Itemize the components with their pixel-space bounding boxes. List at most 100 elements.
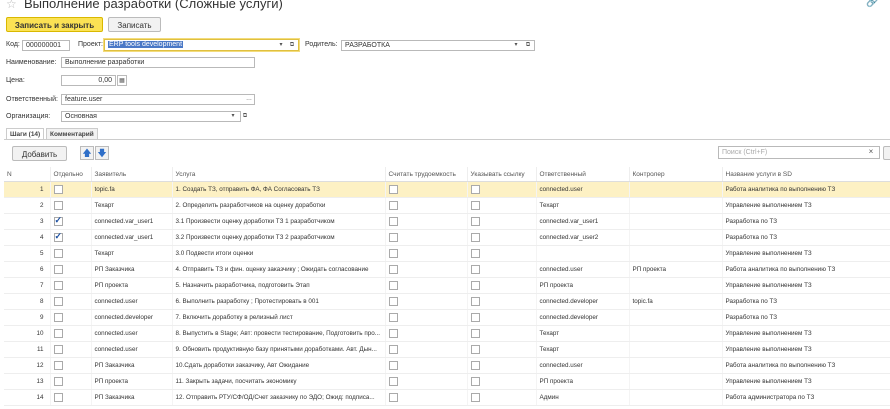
cell-labor[interactable] [385, 325, 468, 342]
link-icon[interactable]: 🔗 [866, 0, 878, 8]
cell-service[interactable]: 4. Отправить ТЗ и фин. оценку заказчику … [172, 261, 386, 278]
project-open-icon[interactable]: ⧉ [287, 40, 297, 51]
checkbox[interactable] [53, 215, 63, 226]
parent-field[interactable]: РАЗРАБОТКА [341, 40, 535, 51]
cell-responsible[interactable]: connected.var_user1 [536, 213, 630, 230]
cell-applicant[interactable]: connected.user [91, 325, 173, 342]
cell-labor[interactable] [385, 261, 468, 278]
cell-separate[interactable] [50, 293, 92, 310]
table-row[interactable]: 12 РП Заказчика 10.Сдать доработки заказчи… [4, 357, 890, 374]
checkbox[interactable] [53, 297, 63, 306]
checkbox[interactable] [53, 329, 63, 338]
checkbox[interactable] [53, 265, 63, 274]
cell-labor[interactable] [385, 197, 468, 214]
cell-applicant[interactable]: РП Заказчика [91, 357, 173, 374]
cell-applicant[interactable]: РП Заказчика [91, 261, 173, 278]
cell-separate[interactable] [50, 229, 92, 246]
cell-responsible[interactable]: Техарт [536, 197, 630, 214]
cell-labor[interactable] [385, 293, 468, 310]
save-and-close-button[interactable]: Записать и закрыть [6, 17, 103, 32]
cell-sd-name[interactable]: Управление выполнением ТЗ [722, 341, 890, 358]
move-down-button[interactable]: 🡇 [95, 146, 109, 160]
checkbox[interactable] [388, 185, 398, 194]
table-row[interactable]: 5 Техарт 3.0 Подвести итоги оценки Управлен… [4, 245, 890, 262]
checkbox[interactable] [388, 249, 398, 258]
cell-link[interactable] [467, 245, 537, 262]
cell-n[interactable]: 12 [4, 357, 51, 374]
cell-controller[interactable] [629, 341, 723, 358]
col-applicant[interactable]: Заявитель [91, 167, 173, 182]
cell-applicant[interactable]: connected.developer [91, 309, 173, 326]
cell-controller[interactable] [629, 181, 723, 198]
cell-applicant[interactable]: connected.user [91, 341, 173, 358]
checkbox[interactable] [470, 345, 480, 354]
organization-field[interactable]: Основная [61, 111, 241, 122]
cell-link[interactable] [467, 373, 537, 390]
cell-responsible[interactable]: РП проекта [536, 277, 630, 294]
cell-controller[interactable] [629, 229, 723, 246]
cell-labor[interactable] [385, 181, 468, 198]
cell-n[interactable]: 1 [4, 181, 51, 198]
col-separate[interactable]: Отдельно [50, 167, 92, 182]
cell-n[interactable]: 3 [4, 213, 51, 230]
cell-n[interactable]: 2 [4, 197, 51, 214]
cell-applicant[interactable]: РП проекта [91, 277, 173, 294]
checkbox[interactable] [388, 265, 398, 274]
cell-service[interactable]: 10.Сдать доработки заказчику, Авт Ожидан… [172, 357, 386, 374]
cell-separate[interactable] [50, 245, 92, 262]
checkbox[interactable] [470, 249, 480, 258]
cell-labor[interactable] [385, 357, 468, 374]
cell-link[interactable] [467, 229, 537, 246]
cell-n[interactable]: 9 [4, 309, 51, 326]
checkbox[interactable] [53, 393, 63, 402]
cell-n[interactable]: 7 [4, 277, 51, 294]
cell-service[interactable]: 1. Создать ТЗ, отправить ФА, ФА Согласов… [172, 181, 386, 198]
cell-applicant[interactable]: РП проекта [91, 373, 173, 390]
checkbox[interactable] [53, 361, 63, 370]
cell-responsible[interactable]: Техарт [536, 341, 630, 358]
cell-service[interactable]: 11. Закрыть задачи, посчитать экономику [172, 373, 386, 390]
cell-n[interactable]: 14 [4, 389, 51, 406]
cell-sd-name[interactable]: Управление выполнением ТЗ [722, 245, 890, 262]
cell-service[interactable]: 3.0 Подвести итоги оценки [172, 245, 386, 262]
checkbox[interactable] [53, 185, 63, 194]
cell-link[interactable] [467, 325, 537, 342]
cell-controller[interactable] [629, 213, 723, 230]
cell-link[interactable] [467, 261, 537, 278]
cell-sd-name[interactable]: Управление выполнением ТЗ [722, 277, 890, 294]
cell-applicant[interactable]: Техарт [91, 245, 173, 262]
cell-labor[interactable] [385, 245, 468, 262]
cell-controller[interactable] [629, 309, 723, 326]
cell-labor[interactable] [385, 373, 468, 390]
cell-responsible[interactable]: Техарт [536, 325, 630, 342]
cell-link[interactable] [467, 341, 537, 358]
checkbox[interactable] [470, 329, 480, 338]
cell-sd-name[interactable]: Работа аналитика по выполнению ТЗ [722, 181, 890, 198]
responsible-field[interactable]: feature.user [61, 94, 255, 105]
cell-controller[interactable] [629, 373, 723, 390]
checkbox[interactable] [388, 345, 398, 354]
favorite-star-icon[interactable]: ☆ [6, 0, 17, 11]
organization-dropdown-icon[interactable]: ▾ [228, 111, 238, 122]
cell-sd-name[interactable]: Разработка по ТЗ [722, 309, 890, 326]
cell-service[interactable]: 3.1 Произвести оценку доработки ТЗ 1 раз… [172, 213, 386, 230]
cell-sd-name[interactable]: Разработка по ТЗ [722, 229, 890, 246]
cell-link[interactable] [467, 309, 537, 326]
checkbox[interactable] [470, 233, 480, 242]
cell-service[interactable]: 9. Обновить продуктивную базу принятыми … [172, 341, 386, 358]
checkbox[interactable] [53, 345, 63, 354]
table-row[interactable]: 9 connected.developer 7. Включить доработк… [4, 309, 890, 326]
cell-responsible[interactable]: connected.var_user2 [536, 229, 630, 246]
checkbox[interactable] [53, 249, 63, 258]
table-row[interactable]: 8 connected.user 6. Выполнить разработку ;… [4, 293, 890, 310]
move-up-button[interactable]: 🡅 [80, 146, 94, 160]
cell-sd-name[interactable]: Разработка по ТЗ [722, 213, 890, 230]
tab-steps[interactable]: Шаги (14) [6, 128, 45, 139]
cell-service[interactable]: 2. Определить разработчиков на оценку до… [172, 197, 386, 214]
cell-responsible[interactable]: connected.user [536, 181, 630, 198]
cell-separate[interactable] [50, 357, 92, 374]
checkbox[interactable] [388, 377, 398, 386]
cell-link[interactable] [467, 277, 537, 294]
cell-separate[interactable] [50, 341, 92, 358]
cell-separate[interactable] [50, 213, 92, 230]
